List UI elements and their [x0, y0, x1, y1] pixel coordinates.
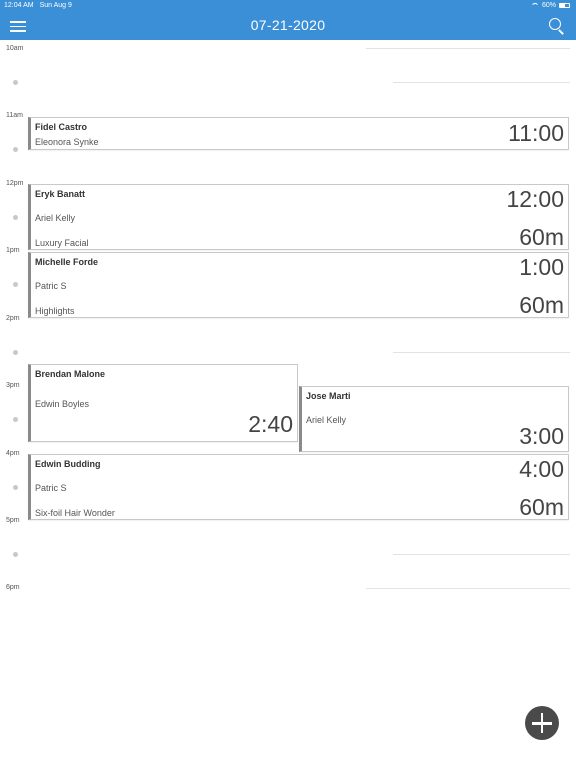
- appointment-time: 2:40: [248, 411, 293, 437]
- appointment-staff: Eleonora Synke: [35, 137, 99, 147]
- appointment-staff: Patric S: [35, 281, 67, 291]
- appointment-duration: 60m: [519, 224, 564, 250]
- half-hour-gridline: [393, 352, 570, 353]
- hour-label-4pm: 4pm: [6, 450, 20, 457]
- appointment-client: Eryk Banatt: [35, 189, 86, 199]
- appointment-card[interactable]: Eryk Banatt Ariel Kelly Luxury Facial 12…: [28, 184, 569, 250]
- plus-icon-vertical: [540, 713, 544, 733]
- half-hour-gridline: [393, 82, 570, 83]
- appointment-staff: Patric S: [35, 483, 67, 493]
- appointment-time: 12:00: [506, 186, 564, 212]
- half-hour-dot: [13, 147, 18, 152]
- half-hour-dot: [13, 80, 18, 85]
- appointment-staff: Ariel Kelly: [306, 415, 347, 425]
- hour-label-1pm: 1pm: [6, 247, 20, 254]
- hour-label-10am: 10am: [6, 45, 24, 52]
- appointment-staff: Edwin Boyles: [35, 399, 90, 409]
- appointment-client: Fidel Castro: [35, 122, 88, 132]
- half-hour-gridline: [393, 554, 570, 555]
- appointment-client: Michelle Forde: [35, 257, 99, 267]
- appointment-card[interactable]: Brendan Malone Edwin Boyles 2:40: [28, 364, 298, 442]
- appointment-service: Six-foil Hair Wonder: [35, 508, 115, 518]
- hour-gridline: [366, 588, 570, 589]
- half-hour-dot: [13, 485, 18, 490]
- page-title: 07-21-2020: [250, 17, 326, 33]
- hour-label-12pm: 12pm: [6, 180, 24, 187]
- half-hour-dot: [13, 552, 18, 557]
- appointment-time: 11:00: [508, 120, 564, 146]
- half-hour-dot: [13, 417, 18, 422]
- wifi-icon: [530, 2, 539, 9]
- battery-percent: 60%: [541, 2, 556, 9]
- appointment-staff: Ariel Kelly: [35, 213, 76, 223]
- status-bar: 12:04 AM Sun Aug 9 60%: [0, 0, 576, 11]
- appointment-service: Highlights: [35, 306, 75, 316]
- appointment-card[interactable]: Michelle Forde Patric S Highlights 1:00 …: [28, 252, 569, 318]
- appointment-duration: 60m: [519, 292, 564, 318]
- status-left: 12:04 AM Sun Aug 9: [4, 0, 72, 11]
- appointment-client: Brendan Malone: [35, 369, 106, 379]
- hour-label-11am: 11am: [6, 112, 23, 119]
- half-hour-dot: [13, 350, 18, 355]
- appointment-card[interactable]: Jose Marti Ariel Kelly 3:00: [299, 386, 569, 452]
- hour-label-3pm: 3pm: [6, 382, 20, 389]
- status-right: 60%: [530, 0, 570, 11]
- add-appointment-button[interactable]: [525, 706, 559, 740]
- hour-gridline: [366, 48, 570, 49]
- appointment-service: Luxury Facial: [35, 238, 89, 248]
- appointment-time: 1:00: [519, 254, 564, 280]
- appointment-client: Jose Marti: [306, 391, 351, 401]
- appointment-card[interactable]: Edwin Budding Patric S Six-foil Hair Won…: [28, 454, 569, 520]
- search-icon[interactable]: [548, 17, 566, 35]
- day-calendar[interactable]: 10am 11am 12pm 1pm 2pm 3pm 4pm 5pm 6pm F…: [0, 40, 576, 768]
- nav-bar: 07-21-2020: [0, 11, 576, 40]
- appointment-time: 4:00: [519, 456, 564, 482]
- appointment-duration: 60m: [519, 494, 564, 520]
- hour-label-2pm: 2pm: [6, 315, 20, 322]
- half-hour-dot: [13, 282, 18, 287]
- hour-label-5pm: 5pm: [6, 517, 20, 524]
- appointment-card[interactable]: Fidel Castro Eleonora Synke 11:00: [28, 117, 569, 150]
- status-date: Sun Aug 9: [39, 2, 72, 9]
- appointment-client: Edwin Budding: [35, 459, 101, 469]
- appointment-time: 3:00: [519, 423, 564, 449]
- half-hour-dot: [13, 215, 18, 220]
- status-time: 12:04 AM: [4, 2, 34, 9]
- hour-label-6pm: 6pm: [6, 584, 20, 591]
- battery-icon: [559, 3, 570, 8]
